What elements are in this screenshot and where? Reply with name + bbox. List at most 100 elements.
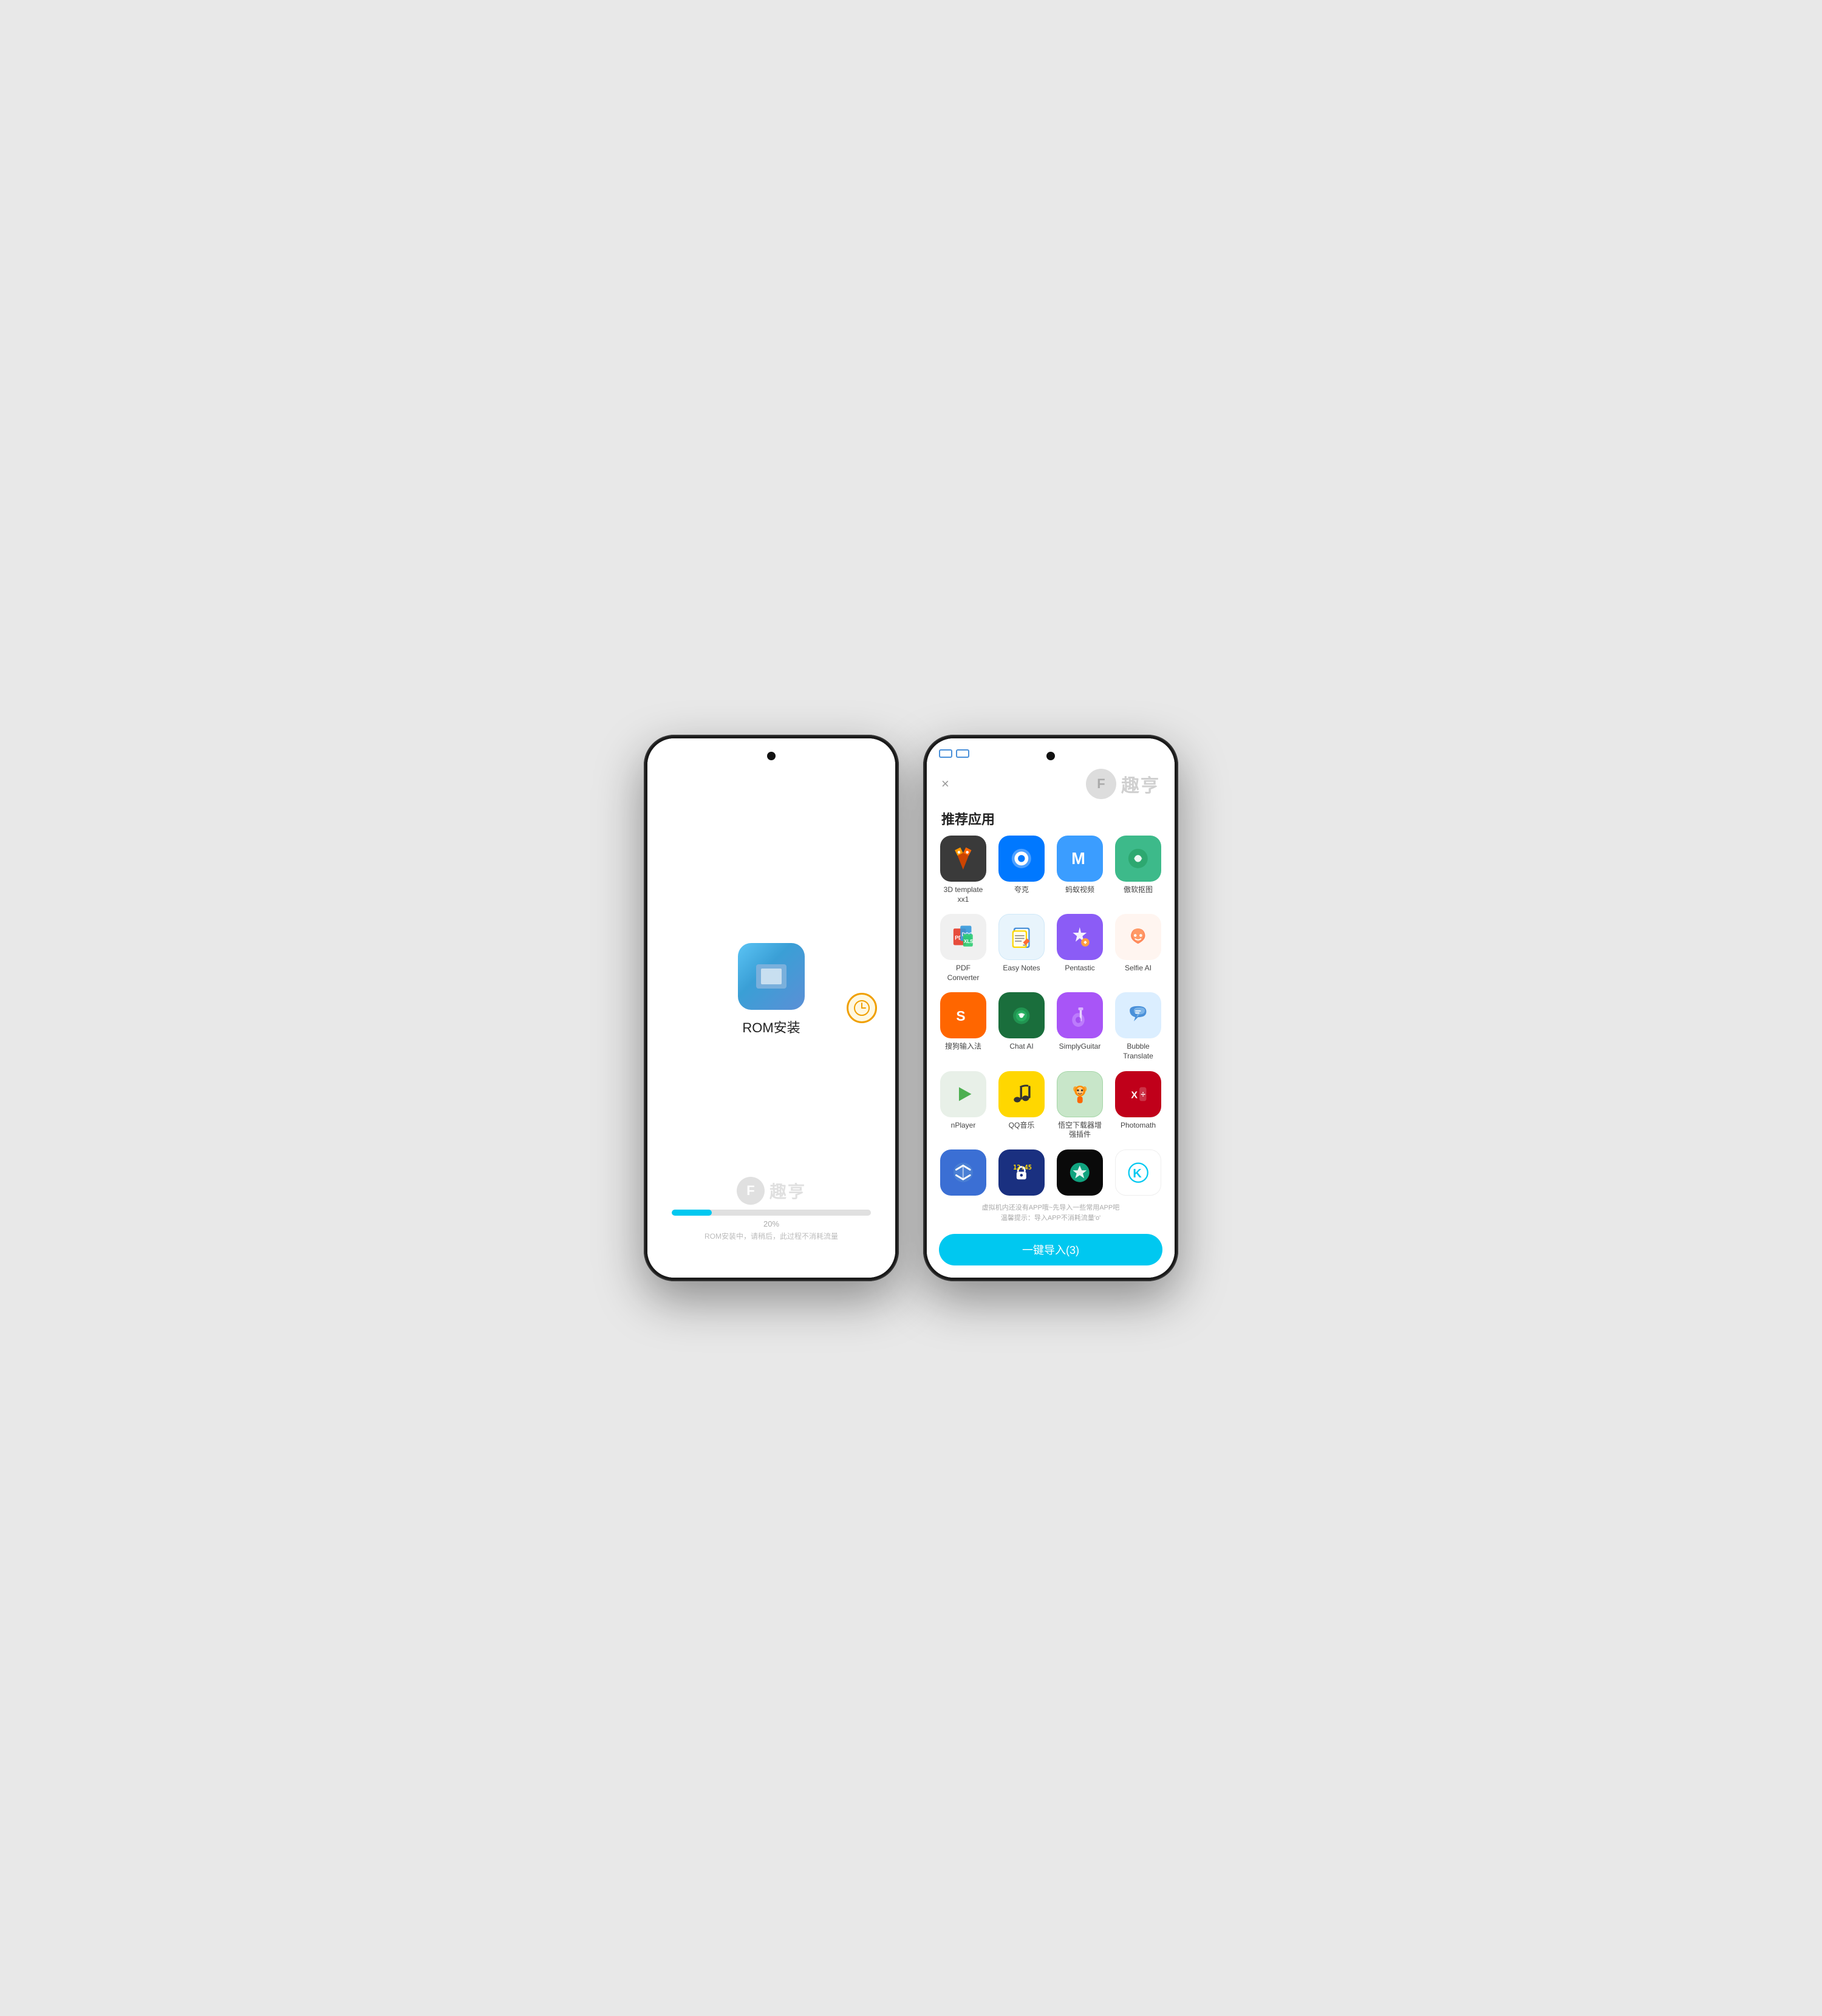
easy-notes-icon [1008,924,1035,950]
app-icon-nplayer [940,1071,986,1117]
app-item-selfie-ai[interactable]: Selfie AI [1111,914,1165,982]
guitar-icon [1066,1002,1094,1030]
svg-text:X: X [1131,1090,1138,1100]
svg-text:12:45: 12:45 [1013,1164,1032,1171]
app-icon-bubble-translate [1115,992,1161,1038]
svg-text:S: S [957,1007,966,1023]
rom-title: ROM安装 [742,1017,800,1037]
app-item-aosoftcap[interactable]: 傲软抠图 [1111,836,1165,904]
app-label-kuake: 夸克 [1014,885,1029,895]
camera-dot [767,752,776,760]
app-icon-lockstar: 12:45 [998,1149,1045,1196]
app-item-photomath[interactable]: X ÷ Photomath [1111,1071,1165,1140]
scene: ROM安装 F 趣亨 20% ROM安装中，请稍后，此过程不消耗流量 [619,710,1203,1306]
footer-line2: 温馨提示：导入APP不消耗流量'o' [941,1213,1160,1224]
app-label-3d-template: 3D template xx1 [939,885,988,904]
app-item-pentastic[interactable]: Pentastic [1053,914,1107,982]
app-icon-3d-template [940,836,986,882]
app-item-kudog[interactable]: K 酷狗概念版 [1111,1149,1165,1196]
update-icon [853,999,870,1017]
photomath-icon: X ÷ [1124,1080,1152,1108]
app-item-nplayer[interactable]: nPlayer [937,1071,990,1140]
status-icon-2 [956,749,969,758]
update-badge[interactable] [847,993,877,1023]
app-icon-pentastic [1057,914,1103,960]
kuake-icon [1008,845,1036,873]
pentastic-icon [1066,923,1094,951]
svg-text:M: M [1071,849,1085,868]
app-icon-chat-ai [998,992,1045,1038]
watermark-left: F 趣亨 [737,1177,806,1205]
section-title: 推荐应用 [927,804,1175,836]
left-phone: ROM安装 F 趣亨 20% ROM安装中，请稍后，此过程不消耗流量 [644,735,899,1281]
rom-icon-inner [756,964,786,989]
app-label-bubble-translate: Bubble Translate [1114,1042,1162,1061]
right-phone: × F 趣亨 推荐应用 [923,735,1178,1281]
app-item-aichuansong[interactable]: 爱传送 [937,1149,990,1196]
app-item-kuake[interactable]: 夸克 [995,836,1048,904]
progress-note: ROM安装中，请稍后，此过程不消耗流量 [672,1231,871,1241]
app-label-pdf-converter: PDF Converter [939,964,988,982]
header-right: F 趣亨 [1086,769,1160,799]
app-label-pentastic: Pentastic [1065,964,1094,973]
app-item-simply-guitar[interactable]: SimplyGuitar [1053,992,1107,1061]
app-icon-aichuansong [940,1149,986,1196]
watermark-avatar: F [737,1177,765,1205]
app-icon-easy-notes [998,914,1045,960]
lockstar-icon: 12:45 [1008,1159,1036,1187]
app-icon-wukong [1057,1071,1103,1117]
right-screen: × F 趣亨 推荐应用 [927,738,1175,1278]
wukong-icon [1066,1080,1093,1107]
app-label-selfie-ai: Selfie AI [1125,964,1152,973]
nplayer-icon [949,1080,977,1108]
app-item-lockstar[interactable]: 12:45 LockStar [995,1149,1048,1196]
rom-icon-screen [761,969,782,984]
app-item-chatgpt[interactable]: ChatGPT [1053,1149,1107,1196]
status-icon-1 [939,749,952,758]
app-label-mayivideo: 蚂蚁视频 [1065,885,1094,895]
qq-music-icon [1008,1080,1036,1108]
arrows-icon [949,1159,977,1187]
app-icon-selfie-ai [1115,914,1161,960]
app-icon-sougou: S [940,992,986,1038]
footer-line1: 虚拟机内还没有APP哦~先导入一些常用APP吧 [941,1203,1160,1214]
app-icon-chatgpt [1057,1149,1103,1196]
progress-percent: 20% [672,1219,871,1228]
app-item-bubble-translate[interactable]: Bubble Translate [1111,992,1165,1061]
update-badge-circle [847,993,877,1023]
progress-bar-bg [672,1210,871,1216]
sougou-icon: S [949,1002,977,1030]
svg-text:K: K [1133,1167,1142,1180]
bubble-icon [1124,1002,1152,1030]
app-item-mayivideo[interactable]: M 蚂蚁视频 [1053,836,1107,904]
app-label-simply-guitar: SimplyGuitar [1059,1042,1101,1052]
app-icon-qq-music [998,1071,1045,1117]
app-icon-aosoftcap [1115,836,1161,882]
watermark-brand: 趣亨 [769,1179,806,1203]
svg-text:÷: ÷ [1141,1089,1146,1098]
app-item-sougou[interactable]: S 搜狗输入法 [937,992,990,1061]
svg-text:XLS: XLS [964,939,974,944]
import-button[interactable]: 一键导入(3) [939,1234,1162,1265]
progress-area: 20% ROM安装中，请稍后，此过程不消耗流量 [672,1210,871,1241]
app-item-wukong[interactable]: 悟空下载器增强插件 [1053,1071,1107,1140]
footer-note: 虚拟机内还没有APP哦~先导入一些常用APP吧 温馨提示：导入APP不消耗流量'… [927,1196,1175,1228]
aosoftcap-icon [1124,845,1152,873]
camera-dot-right [1046,752,1055,760]
app-item-easy-notes[interactable]: Easy Notes [995,914,1048,982]
app-label-aosoftcap: 傲软抠图 [1124,885,1153,895]
app-icon-simply-guitar [1057,992,1103,1038]
rom-app-icon [738,943,805,1010]
app-label-easy-notes: Easy Notes [1003,964,1040,973]
app-item-chat-ai[interactable]: Chat AI [995,992,1048,1061]
progress-bar-fill [672,1210,712,1216]
close-button[interactable]: × [941,776,949,792]
app-label-nplayer: nPlayer [951,1121,976,1131]
app-item-pdf-converter[interactable]: PDF DOC XLS PDF Converter [937,914,990,982]
app-icon-kuake [998,836,1045,882]
header-brand: 趣亨 [1121,771,1160,797]
app-icon-photomath: X ÷ [1115,1071,1161,1117]
app-item-3d-template[interactable]: 3D template xx1 [937,836,990,904]
app-item-qq-music[interactable]: QQ音乐 [995,1071,1048,1140]
chat-ai-icon [1008,1002,1036,1030]
